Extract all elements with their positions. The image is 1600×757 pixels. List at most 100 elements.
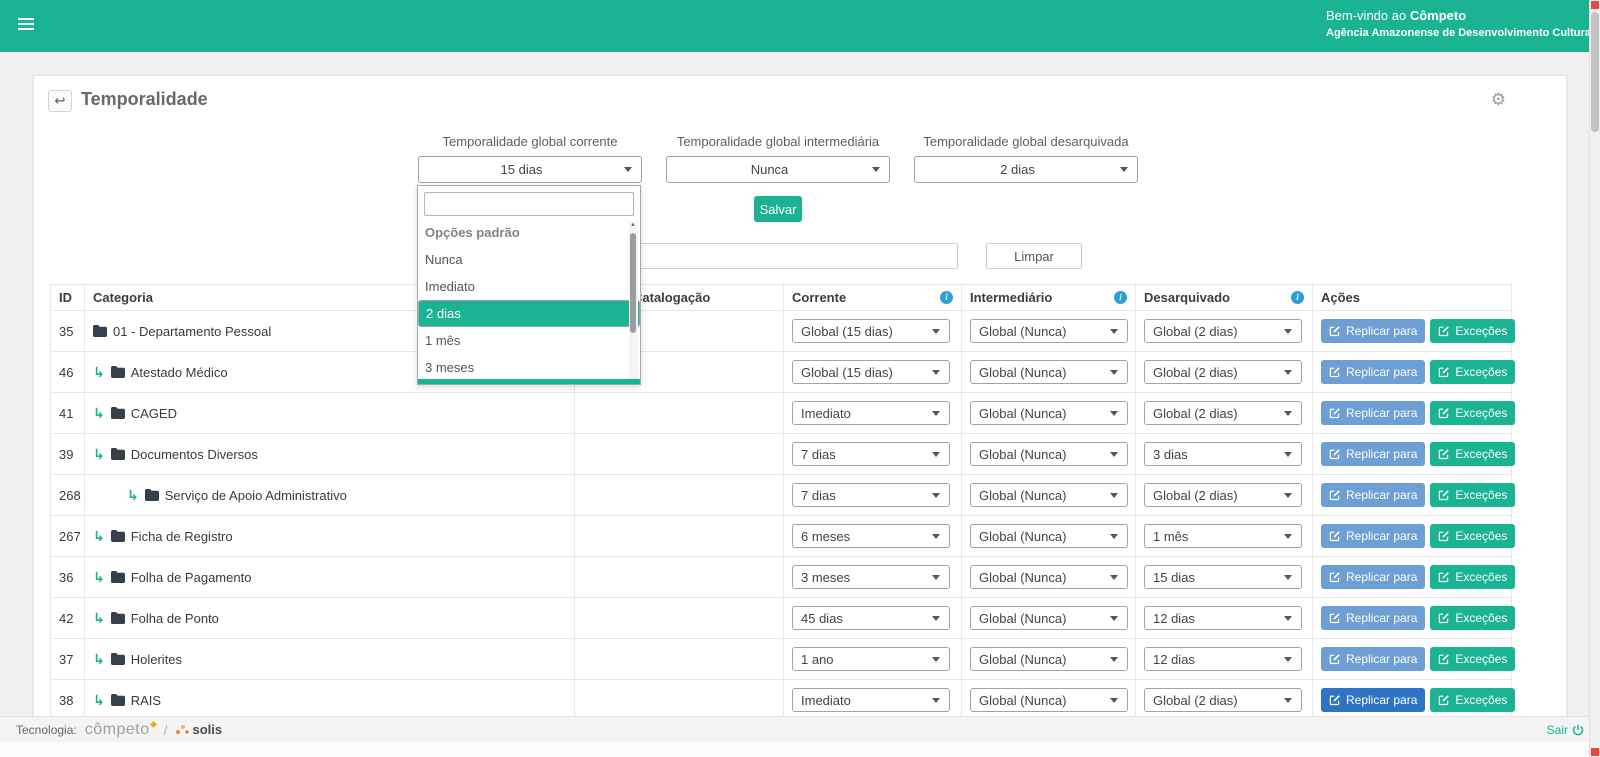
desarquivado-select[interactable]: 1 mês [1144, 524, 1302, 548]
content-card: ↩ Temporalidade ⚙ Temporalidade global c… [33, 75, 1567, 757]
replicar-para-button[interactable]: Replicar para [1321, 647, 1425, 671]
intermediario-select[interactable]: Global (Nunca) [970, 565, 1128, 589]
corrente-select[interactable]: 1 ano [792, 647, 950, 671]
actions-cell: Replicar paraExceções [1313, 516, 1512, 557]
intermediario-select[interactable]: Global (Nunca) [970, 606, 1128, 630]
category-row: 37↳Holerites1 anoGlobal (Nunca)12 diasRe… [51, 639, 1512, 680]
excecoes-button[interactable]: Exceções [1430, 524, 1515, 548]
corrente-select[interactable]: 6 meses [792, 524, 950, 548]
welcome-text: Bem-vindo ao Cômpeto [1326, 8, 1594, 23]
scroll-up-icon[interactable]: ▲ [630, 222, 636, 228]
desarquivado-select[interactable]: Global (2 dias) [1144, 401, 1302, 425]
replicar-para-button[interactable]: Replicar para [1321, 524, 1425, 548]
subcategory-arrow-icon: ↳ [93, 692, 105, 709]
caret-down-icon [932, 411, 940, 416]
replicar-para-button[interactable]: Replicar para [1321, 319, 1425, 343]
replicar-para-label: Replicar para [1346, 447, 1417, 461]
logout-link[interactable]: Sair [1547, 723, 1584, 737]
desarquivado-select[interactable]: Global (2 dias) [1144, 483, 1302, 507]
desarquivado-select[interactable]: 15 dias [1144, 565, 1302, 589]
replicar-para-button[interactable]: Replicar para [1321, 606, 1425, 630]
gear-icon[interactable]: ⚙ [1491, 90, 1506, 110]
replicar-para-button[interactable]: Replicar para [1321, 360, 1425, 384]
excecoes-button[interactable]: Exceções [1430, 647, 1515, 671]
desarquivado-select[interactable]: Global (2 dias) [1144, 360, 1302, 384]
replicar-para-button[interactable]: Replicar para [1321, 401, 1425, 425]
save-button[interactable]: Salvar [754, 196, 802, 222]
excecoes-button[interactable]: Exceções [1430, 565, 1515, 589]
dropdown-option[interactable]: 2 dias [418, 300, 640, 327]
edit-icon [1438, 571, 1450, 583]
global-setting-select[interactable]: Nunca [666, 156, 890, 183]
dropdown-scrollbar[interactable]: ▲ [629, 222, 638, 380]
edit-icon [1329, 448, 1341, 460]
desarquivado-select[interactable]: Global (2 dias) [1144, 688, 1302, 712]
dropdown-option[interactable]: Nunca [418, 246, 640, 273]
corrente-select[interactable]: 3 meses [792, 565, 950, 589]
info-icon[interactable]: i [1291, 291, 1304, 304]
intermediario-select[interactable]: Global (Nunca) [970, 442, 1128, 466]
intermediario-select[interactable]: Global (Nunca) [970, 524, 1128, 548]
corrente-select[interactable]: Global (15 dias) [792, 319, 950, 343]
menu-button[interactable] [18, 17, 38, 33]
desarquivado-select[interactable]: Global (2 dias) [1144, 319, 1302, 343]
dropdown-option[interactable]: Imediato [418, 273, 640, 300]
clear-button[interactable]: Limpar [986, 243, 1082, 269]
replicar-para-button[interactable]: Replicar para [1321, 483, 1425, 507]
category-cell: ↳CAGED [85, 393, 575, 434]
corrente-select[interactable]: Global (15 dias) [792, 360, 950, 384]
corrente-select[interactable]: Imediato [792, 401, 950, 425]
corrente-select[interactable]: 7 dias [792, 442, 950, 466]
category-name: Atestado Médico [131, 365, 228, 380]
replicar-para-label: Replicar para [1346, 365, 1417, 379]
select-value: Global (15 dias) [793, 365, 932, 380]
info-icon[interactable]: i [1114, 291, 1127, 304]
intermediario-select[interactable]: Global (Nunca) [970, 319, 1128, 343]
caret-down-icon [932, 329, 940, 334]
category-cell: ↳Folha de Pagamento [85, 557, 575, 598]
intermediario-select[interactable]: Global (Nunca) [970, 483, 1128, 507]
excecoes-button[interactable]: Exceções [1430, 483, 1515, 507]
back-button[interactable]: ↩ [48, 90, 72, 112]
column-header: Ações [1313, 285, 1512, 311]
dropdown-option[interactable]: 1 mês [418, 327, 640, 354]
replicar-para-button[interactable]: Replicar para [1321, 565, 1425, 589]
dropdown-option[interactable]: 3 meses [418, 354, 640, 381]
corrente-select[interactable]: 45 dias [792, 606, 950, 630]
intermediario-select[interactable]: Global (Nunca) [970, 688, 1128, 712]
global-setting-select[interactable]: 2 dias [914, 156, 1138, 183]
intermediario-select[interactable]: Global (Nunca) [970, 401, 1128, 425]
caret-down-icon [1284, 616, 1292, 621]
excecoes-button[interactable]: Exceções [1430, 401, 1515, 425]
global-setting-select[interactable]: 15 dias [418, 156, 642, 183]
column-header-label: Catalogação [633, 290, 710, 305]
excecoes-button[interactable]: Exceções [1430, 442, 1515, 466]
caret-down-icon [932, 370, 940, 375]
excecoes-button[interactable]: Exceções [1430, 360, 1515, 384]
folder-icon [111, 694, 125, 706]
replicar-para-button[interactable]: Replicar para [1321, 688, 1425, 712]
folder-icon [93, 325, 107, 337]
replicar-para-button[interactable]: Replicar para [1321, 442, 1425, 466]
corrente-select[interactable]: 7 dias [792, 483, 950, 507]
page-scrollbar-thumb[interactable] [1591, 12, 1599, 132]
caret-down-icon [1120, 167, 1128, 172]
excecoes-button[interactable]: Exceções [1430, 688, 1515, 712]
corrente-select[interactable]: Imediato [792, 688, 950, 712]
row-id: 39 [51, 434, 85, 475]
page-scrollbar[interactable] [1589, 0, 1600, 757]
caret-down-icon [1110, 370, 1118, 375]
intermediario-select[interactable]: Global (Nunca) [970, 647, 1128, 671]
excecoes-button[interactable]: Exceções [1430, 606, 1515, 630]
catalogacao-cell [575, 475, 784, 516]
dropdown-scrollbar-thumb[interactable] [630, 233, 636, 333]
info-icon[interactable]: i [940, 291, 953, 304]
intermediario-select[interactable]: Global (Nunca) [970, 360, 1128, 384]
desarquivado-select[interactable]: 12 dias [1144, 606, 1302, 630]
caret-down-icon [932, 657, 940, 662]
desarquivado-select[interactable]: 3 dias [1144, 442, 1302, 466]
dropdown-search-input[interactable] [424, 192, 634, 216]
excecoes-button[interactable]: Exceções [1430, 319, 1515, 343]
desarquivado-select[interactable]: 12 dias [1144, 647, 1302, 671]
edit-icon [1329, 407, 1341, 419]
